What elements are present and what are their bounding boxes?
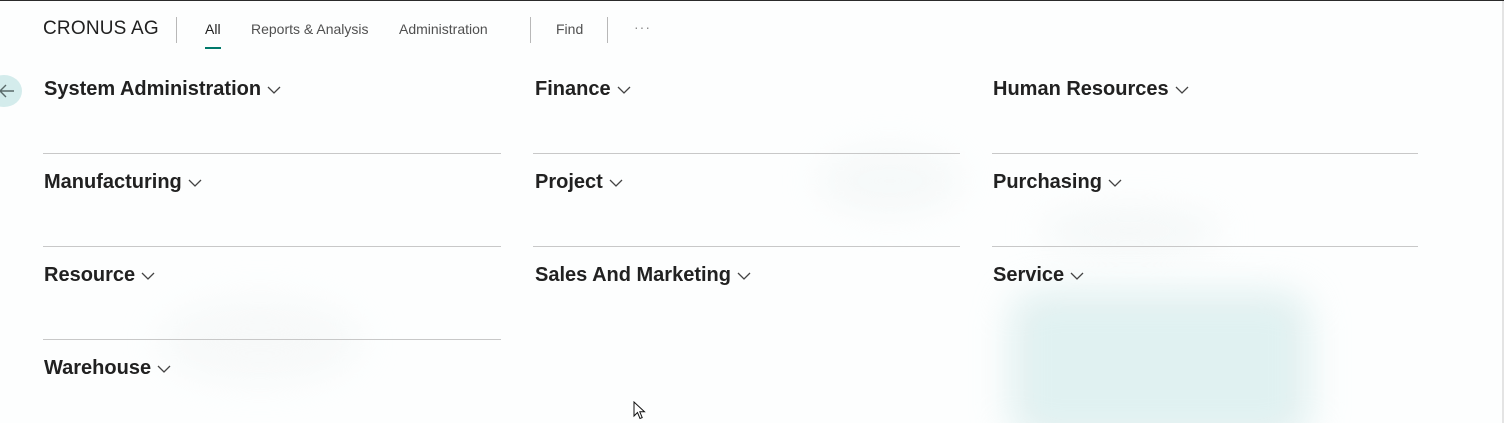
background-decoration [1040,211,1220,251]
mouse-cursor-icon [633,401,646,420]
find-button[interactable]: Find [556,21,583,37]
group-label: System Administration [44,78,262,100]
chevron-down-icon [609,179,623,187]
group-title[interactable]: Project [535,171,623,194]
group-label: Project [535,171,603,193]
group-project[interactable]: Project [535,171,623,194]
chevron-down-icon [157,365,171,373]
chevron-down-icon [737,272,751,280]
group-label: Finance [535,78,611,100]
chevron-down-icon [1175,86,1189,94]
group-resource[interactable]: Resource [44,264,155,287]
arrow-left-icon [0,84,14,98]
background-decoration [820,151,960,211]
chevron-down-icon [267,86,281,94]
background-decoration [160,301,360,381]
chevron-down-icon [188,179,202,187]
group-title[interactable]: Warehouse [44,357,171,380]
tab-administration[interactable]: Administration [399,21,488,37]
group-divider [992,153,1418,154]
group-divider [533,246,960,247]
group-title[interactable]: Human Resources [993,78,1189,101]
group-human-resources[interactable]: Human Resources [993,78,1189,101]
group-label: Human Resources [993,78,1169,100]
group-sales-and-marketing[interactable]: Sales And Marketing [535,264,751,287]
group-label: Purchasing [993,171,1102,193]
group-label: Service [993,264,1065,286]
tab-all[interactable]: All [205,21,221,49]
group-finance[interactable]: Finance [535,78,631,101]
group-title[interactable]: Resource [44,264,155,287]
group-title[interactable]: Service [993,264,1084,287]
group-title[interactable]: Finance [535,78,631,101]
group-title[interactable]: Purchasing [993,171,1122,194]
group-divider [43,339,501,340]
nav-separator [607,17,608,43]
top-navigation-bar: CRONUS AG All Reports & Analysis Adminis… [0,1,1504,59]
more-options-button[interactable]: ··· [634,19,651,35]
group-label: Warehouse [44,357,152,379]
chevron-down-icon [141,272,155,280]
back-button[interactable] [0,75,22,107]
chevron-down-icon [617,86,631,94]
group-manufacturing[interactable]: Manufacturing [44,171,202,194]
background-decoration [1010,291,1310,423]
group-system-administration[interactable]: System Administration [44,78,281,101]
nav-separator [530,17,531,43]
tab-reports-analysis[interactable]: Reports & Analysis [251,21,369,37]
group-divider [43,246,501,247]
company-name[interactable]: CRONUS AG [43,18,159,40]
nav-separator [176,17,177,43]
group-label: Manufacturing [44,171,182,193]
group-warehouse[interactable]: Warehouse [44,357,171,380]
group-service[interactable]: Service [993,264,1084,287]
group-title[interactable]: Manufacturing [44,171,202,194]
group-title[interactable]: Sales And Marketing [535,264,751,287]
chevron-down-icon [1070,272,1084,280]
group-purchasing[interactable]: Purchasing [993,171,1122,194]
group-divider [992,246,1418,247]
group-divider [533,153,960,154]
group-title[interactable]: System Administration [44,78,281,101]
group-divider [43,153,501,154]
group-label: Resource [44,264,136,286]
chevron-down-icon [1108,179,1122,187]
role-center-page: CRONUS AG All Reports & Analysis Adminis… [0,0,1504,423]
group-label: Sales And Marketing [535,264,731,286]
